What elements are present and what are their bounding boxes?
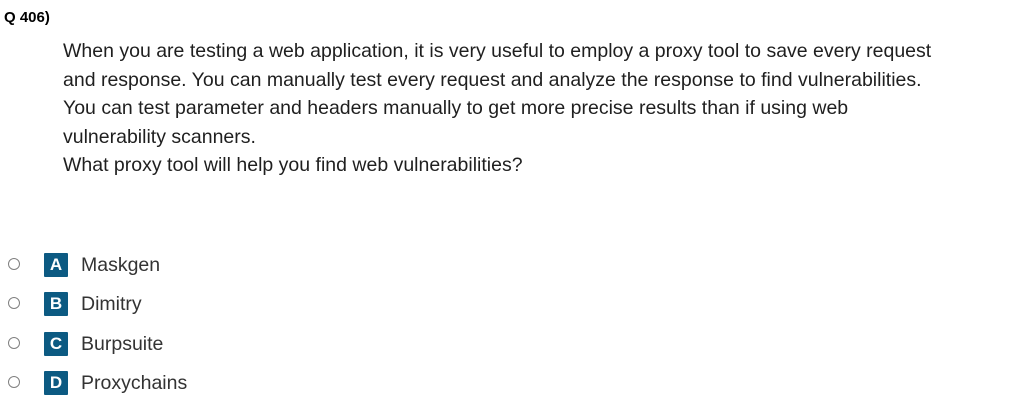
- option-letter-badge-c: C: [44, 332, 68, 356]
- radio-button-d[interactable]: [8, 376, 20, 388]
- option-text-a: Maskgen: [81, 254, 161, 276]
- radio-button-b[interactable]: [8, 297, 20, 309]
- question-stem-line: vulnerability scanners.: [63, 125, 256, 148]
- radio-button-c[interactable]: [8, 337, 20, 349]
- question-stem-line: and response. You can manually test ever…: [63, 68, 922, 91]
- question-stem-line: When you are testing a web application, …: [63, 40, 932, 62]
- question-stem: When you are testing a web application, …: [63, 37, 1023, 180]
- question-prompt: What proxy tool will help you find web v…: [63, 154, 523, 176]
- radio-button-a[interactable]: [8, 258, 20, 270]
- question-stem-line: You can test parameter and headers manua…: [63, 97, 849, 119]
- option-letter-badge-b: B: [44, 292, 68, 316]
- answer-option-c[interactable]: C Burpsuite: [0, 331, 200, 361]
- option-text-b: Dimitry: [81, 293, 142, 315]
- answer-option-d[interactable]: D Proxychains: [0, 370, 220, 400]
- question-number: Q 406): [4, 9, 50, 26]
- option-text-c: Burpsuite: [81, 333, 164, 355]
- answer-option-b[interactable]: B Dimitry: [0, 291, 200, 321]
- option-text-d: Proxychains: [81, 372, 188, 394]
- option-letter-badge-d: D: [44, 371, 68, 395]
- option-letter-badge-a: A: [44, 253, 68, 277]
- answer-option-a[interactable]: A Maskgen: [0, 252, 200, 282]
